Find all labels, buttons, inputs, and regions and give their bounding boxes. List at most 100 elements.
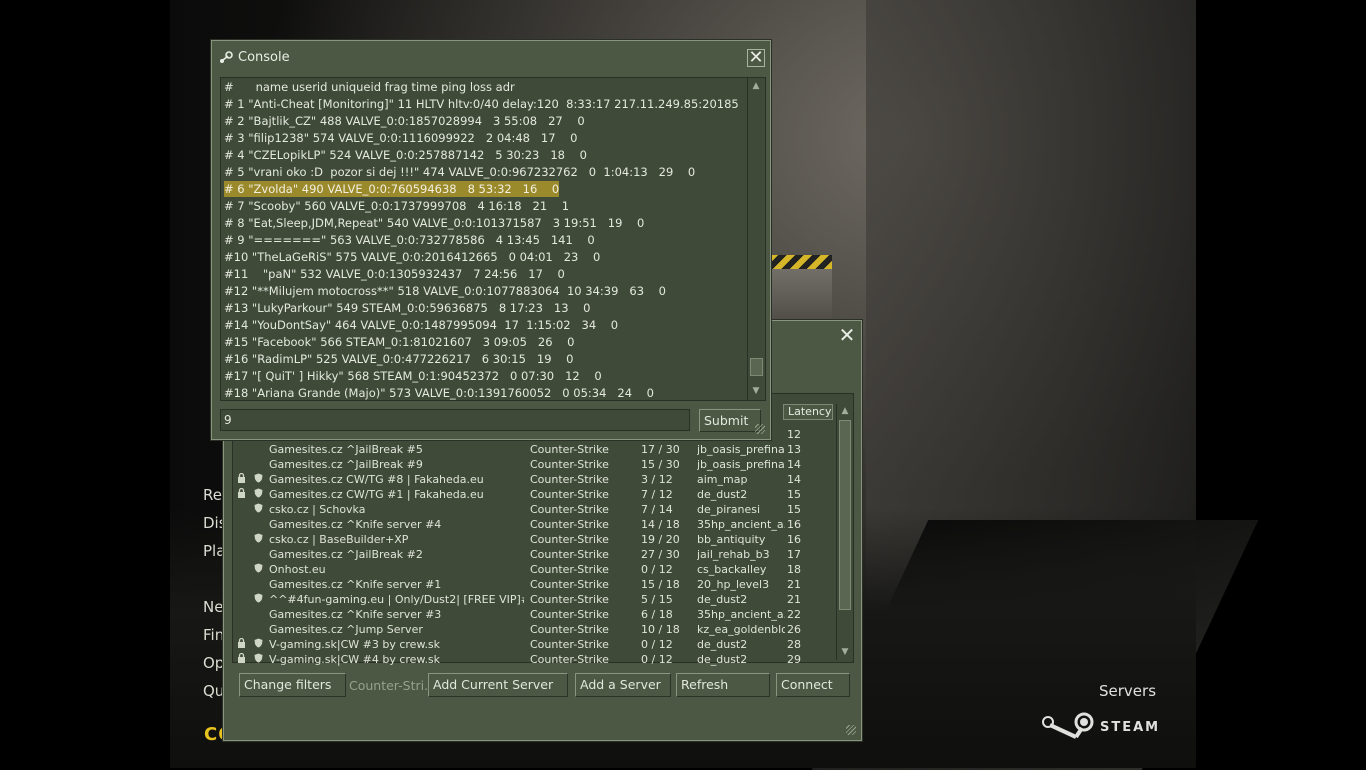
server-game-cell: Counter-Strike	[530, 458, 609, 471]
server-latency-cell: 17	[787, 548, 801, 561]
change-filters-button[interactable]: Change filters	[239, 673, 346, 697]
server-players-cell: 15 / 30	[641, 458, 680, 471]
server-latency-cell: 12	[787, 428, 801, 441]
refresh-button[interactable]: Refresh	[676, 673, 770, 697]
server-row[interactable]: Gamesites.cz ^Knife server #4 Counter-Str…	[233, 517, 833, 532]
server-row[interactable]: Gamesites.cz ^JailBreak #5 Counter-Strike…	[233, 442, 833, 457]
scroll-down-icon[interactable]: ▼	[838, 645, 852, 659]
server-name-cell: Gamesites.cz ^Knife server #4	[269, 518, 442, 531]
server-latency-cell: 29	[787, 653, 801, 666]
server-row[interactable]: Gamesites.cz ^Knife server #1 Counter-Str…	[233, 577, 833, 592]
server-latency-cell: 14	[787, 458, 801, 471]
server-row[interactable]: V-gaming.sk|CW #4 by crew.sk Counter-Stri…	[233, 652, 833, 667]
server-players-cell: 7 / 14	[641, 503, 673, 516]
console-scroll-up-icon[interactable]: ▲	[749, 79, 763, 93]
steam-logo: STEAM	[1042, 711, 1160, 743]
server-game-cell: Counter-Strike	[530, 623, 609, 636]
server-players-cell: 6 / 18	[641, 608, 673, 621]
shield-icon	[254, 503, 264, 516]
server-row[interactable]: Gamesites.cz CW/TG #1 | Fakaheda.eu Count…	[233, 487, 833, 502]
browser-close-icon[interactable]: ✕	[838, 325, 856, 345]
column-header-latency[interactable]: Latency	[783, 404, 833, 420]
console-line: # 8 "Eat,Sleep,JDM,Repeat" 540 VALVE_0:0…	[224, 216, 645, 230]
lock-icon	[237, 638, 247, 651]
server-row[interactable]: Onhost.eu Counter-Strike 0 / 12 cs_backalle…	[233, 562, 833, 577]
main-menu-item-options[interactable]: Op	[203, 654, 224, 672]
console-scroll-thumb[interactable]	[750, 358, 763, 376]
server-row[interactable]: V-gaming.sk|CW #3 by crew.sk Counter-Stri…	[233, 637, 833, 652]
server-map-cell: kz_ea_goldenblock	[697, 623, 785, 636]
server-row[interactable]: Gamesites.cz ^Jump Server Counter-Strike 1…	[233, 622, 833, 637]
scroll-up-icon[interactable]: ▲	[838, 404, 852, 418]
server-latency-cell: 16	[787, 533, 801, 546]
main-menu-item-quit[interactable]: Qu	[203, 682, 224, 700]
server-name-cell: ^^#4fun-gaming.eu | Only/Dust2| [FREE VI…	[269, 593, 524, 606]
server-game-cell: Counter-Strike	[530, 473, 609, 486]
server-row[interactable]: ^^#4fun-gaming.eu | Only/Dust2| [FREE VI…	[233, 592, 833, 607]
server-name-cell: Onhost.eu	[269, 563, 326, 576]
server-map-cell: jb_oasis_prefinal2	[697, 458, 785, 471]
console-line: # 2 "Bajtlik_CZ" 488 VALVE_0:0:185702899…	[224, 114, 585, 128]
server-map-cell: bb_antiquity	[697, 533, 766, 546]
server-players-cell: 27 / 30	[641, 548, 680, 561]
servers-label[interactable]: Servers	[1099, 682, 1156, 700]
server-game-cell: Counter-Strike	[530, 563, 609, 576]
console-scroll-down-icon[interactable]: ▼	[749, 384, 763, 398]
shield-icon	[254, 533, 264, 546]
server-name-cell: Gamesites.cz ^Jump Server	[269, 623, 423, 636]
console-line: #10 "TheLaGeRiS" 575 VALVE_0:0:201641266…	[224, 250, 601, 264]
browser-resize-grip[interactable]	[846, 725, 856, 735]
main-menu-item-find-servers[interactable]: Fin	[203, 626, 224, 644]
console-close-icon[interactable]: ✕	[747, 49, 765, 67]
shield-icon	[254, 638, 264, 651]
add-server-button[interactable]: Add a Server	[575, 673, 671, 697]
server-row[interactable]: csko.cz | Schovka Counter-Strike 7 / 14 de_…	[233, 502, 833, 517]
server-name-cell: Gamesites.cz ^Knife server #1	[269, 578, 442, 591]
server-row[interactable]: Gamesites.cz ^JailBreak #9 Counter-Strike…	[233, 457, 833, 472]
steam-label: STEAM	[1100, 719, 1161, 735]
console-line: # 4 "CZELopikLP" 524 VALVE_0:0:257887142…	[224, 148, 587, 162]
scroll-thumb[interactable]	[839, 420, 851, 610]
server-row[interactable]: Gamesites.cz ^Knife server #3 Counter-Str…	[233, 607, 833, 622]
server-map-cell: 35hp_ancient_a...	[697, 518, 785, 531]
server-row[interactable]: Gamesites.cz ^JailBreak #2 Counter-Strike…	[233, 547, 833, 562]
server-row[interactable]: Gamesites.cz CW/TG #8 | Fakaheda.eu Count…	[233, 472, 833, 487]
main-menu-item-new-game[interactable]: Ne	[203, 598, 223, 616]
server-latency-cell: 13	[787, 443, 801, 456]
console-command-input[interactable]: 9	[220, 409, 690, 431]
server-map-cell: cs_backalley	[697, 563, 767, 576]
server-list-scrollbar[interactable]: ▲ ▼	[836, 404, 853, 660]
console-line: # name userid uniqueid frag time ping lo…	[224, 80, 515, 94]
lock-icon	[237, 473, 247, 486]
console-line: #16 "RadimLP" 525 VALVE_0:0:477226217 6 …	[224, 352, 574, 366]
background-crate	[768, 255, 832, 325]
console-resize-grip[interactable]	[755, 424, 765, 434]
console-scrollbar[interactable]: ▲ ▼	[747, 78, 765, 400]
server-game-cell: Counter-Strike	[530, 638, 609, 651]
server-map-cell: 20_hp_level3	[697, 578, 770, 591]
shield-icon	[254, 488, 264, 501]
server-latency-cell: 18	[787, 563, 801, 576]
main-menu-item-resume[interactable]: Re	[203, 486, 222, 504]
server-map-cell: de_dust2	[697, 653, 748, 666]
server-name-cell: Gamesites.cz ^JailBreak #5	[269, 443, 423, 456]
server-game-cell: Counter-Strike	[530, 518, 609, 531]
server-map-cell: de_piranesi	[697, 503, 761, 516]
server-latency-cell: 14	[787, 473, 801, 486]
steam-icon	[1042, 712, 1094, 739]
console-title: Console	[238, 50, 290, 65]
server-map-cell: jail_rehab_b3	[697, 548, 770, 561]
server-game-cell: Counter-Strike	[530, 593, 609, 606]
console-submit-button[interactable]: Submit	[699, 409, 761, 432]
connect-button[interactable]: Connect	[776, 673, 850, 697]
server-name-cell: Gamesites.cz CW/TG #8 | Fakaheda.eu	[269, 473, 484, 486]
server-latency-cell: 21	[787, 578, 801, 591]
server-players-cell: 3 / 12	[641, 473, 673, 486]
console-line: # 3 "filip1238" 574 VALVE_0:0:1116099922…	[224, 131, 578, 145]
console-line: #12 "**Milujem motocross**" 518 VALVE_0:…	[224, 284, 666, 298]
server-players-cell: 10 / 18	[641, 623, 680, 636]
server-row[interactable]: csko.cz | BaseBuilder+XP Counter-Strike 19…	[233, 532, 833, 547]
console-line: #14 "YouDontSay" 464 VALVE_0:0:148799509…	[224, 318, 619, 332]
add-current-server-button[interactable]: Add Current Server	[428, 673, 568, 697]
lock-icon	[237, 488, 247, 501]
